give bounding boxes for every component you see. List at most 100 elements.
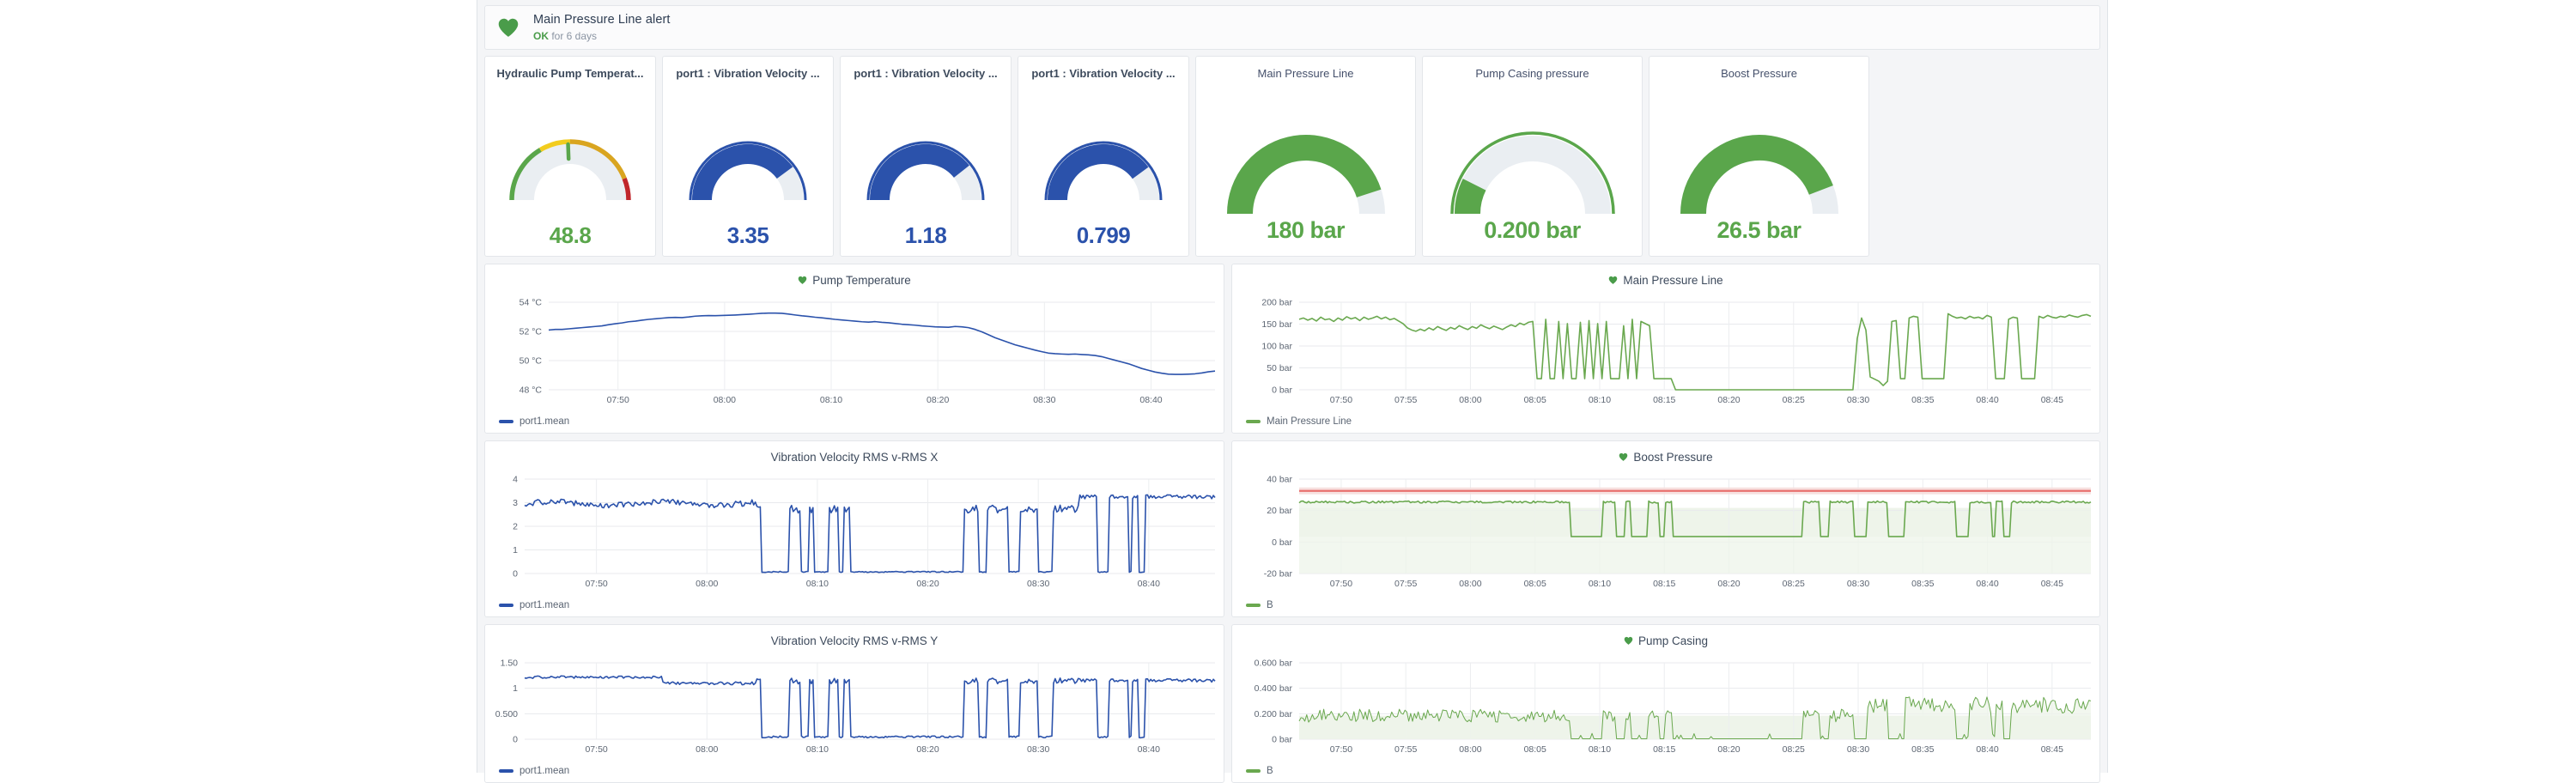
plot-area: -20 bar 0 bar 20 bar 40 bar 07:50 07:55 08:00 0…: [1232, 469, 2099, 596]
x-axis-tick: 08:15: [1653, 579, 1675, 589]
panel-main-pressure-line[interactable]: Main Pressure Line 0 bar 50 bar 100 bar 150…: [1231, 264, 2100, 434]
y-axis-tick: 50 °C: [519, 356, 543, 367]
y-axis-tick: 0 bar: [1272, 537, 1292, 548]
x-axis-tick: 08:05: [1524, 744, 1546, 755]
alert-status-detail: for 6 days: [549, 29, 598, 42]
legend[interactable]: Main Pressure Line: [1246, 416, 1352, 427]
panel-title-text: Vibration Velocity RMS v-RMS X: [770, 451, 939, 464]
x-axis-tick: 08:45: [2041, 395, 2063, 405]
dashboard-container: Main Pressure Line alert OK for 6 days H…: [477, 0, 2108, 783]
x-axis-tick: 08:30: [1847, 744, 1869, 755]
panel-title: Vibration Velocity RMS v-RMS X: [485, 441, 1224, 464]
x-axis-tick: 08:00: [696, 744, 718, 755]
alert-title: Main Pressure Line alert: [533, 13, 671, 27]
x-axis-tick: 08:20: [916, 744, 939, 755]
plot-area: 0 bar 0.200 bar 0.400 bar 0.600 bar 07:50 07:…: [1232, 652, 2099, 762]
panel-vibration-rms-x[interactable]: Vibration Velocity RMS v-RMS X 0 1 2 3 4 07:5…: [484, 440, 1224, 617]
panel-title: Pump Casing: [1232, 625, 2099, 647]
legend[interactable]: B: [1246, 600, 1273, 610]
panel-title-text: Main Pressure Line: [1623, 274, 1723, 287]
y-axis-tick: 0: [513, 569, 518, 580]
x-axis-tick: 07:55: [1394, 579, 1417, 589]
x-axis-tick: 08:25: [1783, 579, 1805, 589]
alert-banner[interactable]: Main Pressure Line alert OK for 6 days: [484, 5, 2100, 50]
legend[interactable]: port1.mean: [499, 766, 569, 776]
x-axis-tick: 08:15: [1653, 744, 1675, 755]
legend-swatch: [1246, 604, 1261, 607]
x-axis-tick: 08:10: [1589, 744, 1611, 755]
x-axis-tick: 08:30: [1847, 395, 1869, 405]
y-axis-tick: 40 bar: [1267, 475, 1292, 485]
panel-boost-pressure[interactable]: Boost Pressure -20 bar 0 bar 20 bar 40 bar 0…: [1231, 440, 2100, 617]
panel-title-text: Pump Casing: [1637, 634, 1709, 647]
gauge-value: 48.8: [549, 222, 592, 248]
panel-title-text: Boost Pressure: [1633, 451, 1713, 464]
series-line: [524, 494, 1216, 574]
legend-label: B: [1267, 600, 1273, 610]
series-line: [1298, 313, 2092, 391]
x-axis-tick: 08:05: [1524, 395, 1546, 405]
gauge-panel[interactable]: port1 : Vibration Velocity ... 0.799: [1018, 56, 1189, 257]
heart-icon: [1619, 453, 1628, 462]
x-axis-tick: 08:45: [2041, 744, 2063, 755]
gauge-panel[interactable]: Hydraulic Pump Temperat... 48.8: [484, 56, 656, 257]
x-axis-tick: 07:55: [1394, 744, 1417, 755]
panel-title: Pump Temperature: [485, 264, 1224, 287]
y-axis-tick: 20 bar: [1267, 506, 1292, 516]
x-axis-tick: 07:50: [585, 579, 607, 589]
legend[interactable]: port1.mean: [499, 600, 569, 610]
gauge-dial: 48.8: [485, 82, 655, 256]
y-axis-tick: 150 bar: [1261, 319, 1292, 330]
heart-icon: [1609, 276, 1618, 285]
gauge-panel[interactable]: port1 : Vibration Velocity ... 3.35: [662, 56, 834, 257]
alert-text-block: Main Pressure Line alert OK for 6 days: [533, 12, 671, 42]
panel-pump-temperature[interactable]: Pump Temperature 48 °C 50 °C 52 °C 54 °C 07:…: [484, 264, 1224, 434]
x-axis-tick: 07:50: [1330, 579, 1352, 589]
x-axis-tick: 08:35: [1911, 395, 1934, 405]
series-line: [524, 675, 1216, 739]
panel-pump-casing[interactable]: Pump Casing 0 bar 0.200 bar 0.400 bar 0.600…: [1231, 624, 2100, 783]
x-axis-tick: 07:55: [1394, 395, 1417, 405]
gauge-title: Main Pressure Line: [1257, 67, 1354, 80]
panel-vibration-rms-y[interactable]: Vibration Velocity RMS v-RMS Y 0 0.500 1 1.…: [484, 624, 1224, 783]
x-axis-tick: 08:25: [1783, 395, 1805, 405]
x-axis-tick: 08:30: [1033, 395, 1055, 405]
y-axis-tick: 4: [513, 475, 518, 485]
x-axis-tick: 08:20: [1717, 579, 1740, 589]
y-axis-tick: 54 °C: [519, 298, 543, 308]
gauge-title: Hydraulic Pump Temperat...: [496, 67, 644, 80]
gauge-panel[interactable]: Pump Casing pressure 0.200 bar: [1422, 56, 1643, 257]
legend-swatch: [499, 420, 513, 423]
chart-column-left: Pump Temperature 48 °C 50 °C 52 °C 54 °C 07:…: [484, 264, 1224, 783]
x-axis-tick: 08:05: [1524, 579, 1546, 589]
y-axis-tick: 1: [513, 545, 518, 555]
series-line: [548, 312, 1216, 375]
x-axis-tick: 07:50: [1330, 395, 1352, 405]
x-axis-tick: 08:30: [1027, 744, 1049, 755]
legend-label: Main Pressure Line: [1267, 416, 1352, 427]
legend[interactable]: port1.mean: [499, 416, 569, 427]
heart-icon: [1624, 637, 1633, 646]
x-axis-tick: 07:50: [607, 395, 629, 405]
x-axis-tick: 08:30: [1847, 579, 1869, 589]
x-axis-tick: 08:10: [806, 579, 829, 589]
gauge-title: Pump Casing pressure: [1475, 67, 1589, 80]
gauge-row: Hydraulic Pump Temperat... 48.8 port1 : Vi…: [484, 56, 2100, 257]
x-axis-tick: 08:00: [714, 395, 736, 405]
gauge-panel[interactable]: Main Pressure Line 180 bar: [1195, 56, 1416, 257]
gauge-value: 1.18: [904, 222, 947, 248]
x-axis-tick: 08:45: [2041, 579, 2063, 589]
legend[interactable]: B: [1246, 766, 1273, 776]
y-axis-tick: 100 bar: [1261, 342, 1292, 352]
gauge-title: port1 : Vibration Velocity ...: [854, 67, 998, 80]
gauge-dial: 180 bar: [1196, 82, 1415, 256]
gauge-value: 3.35: [726, 222, 769, 248]
gauge-panel[interactable]: port1 : Vibration Velocity ... 1.18: [840, 56, 1012, 257]
gauge-title: port1 : Vibration Velocity ...: [1031, 67, 1176, 80]
y-axis-tick: 50 bar: [1267, 363, 1292, 373]
x-axis-tick: 08:10: [1589, 579, 1611, 589]
x-axis-tick: 08:40: [1138, 579, 1160, 589]
gauge-panel[interactable]: Boost Pressure 26.5 bar: [1649, 56, 1869, 257]
x-axis-tick: 08:00: [696, 579, 718, 589]
alert-status: OK for 6 days: [533, 30, 671, 43]
